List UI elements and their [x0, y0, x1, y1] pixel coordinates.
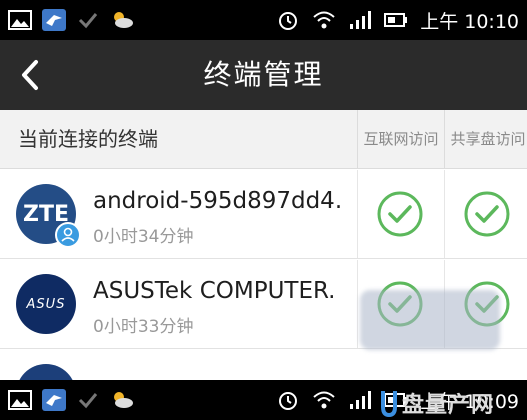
- check-circle-icon: [377, 191, 423, 237]
- status-bar-top: 上午 10:10: [0, 0, 527, 40]
- weather-icon: [110, 389, 134, 411]
- device-row[interactable]: ZTE android-595d897dd4. 0小时34分钟: [0, 170, 527, 259]
- list-header: 当前连接的终端 互联网访问 共享盘访问: [0, 110, 527, 169]
- watermark-blur: [360, 290, 500, 350]
- internet-access-column-header: 互联网访问: [357, 110, 444, 168]
- device-duration: 0小时34分钟: [93, 227, 194, 247]
- device-avatar: ASUS: [16, 274, 76, 334]
- shared-disk-access-column-header: 共享盘访问: [444, 110, 527, 168]
- battery-icon: [384, 9, 408, 31]
- bird-app-icon: [42, 9, 66, 31]
- user-icon: [55, 222, 81, 248]
- shared-disk-access-toggle[interactable]: [463, 190, 511, 238]
- device-name: ASUSTek COMPUTER.: [93, 278, 336, 304]
- internet-access-toggle[interactable]: [376, 190, 424, 238]
- signal-icon: [348, 9, 372, 31]
- wifi-icon: [312, 389, 336, 411]
- connected-devices-label: 当前连接的终端: [18, 127, 158, 151]
- watermark: 盘量产网: [380, 386, 525, 420]
- device-row-partial[interactable]: [0, 350, 527, 394]
- alarm-icon: [276, 389, 300, 411]
- clock-time: 上午 10:10: [420, 10, 519, 33]
- check-icon: [76, 9, 100, 31]
- page-title: 终端管理: [203, 58, 324, 91]
- signal-icon: [348, 389, 372, 411]
- watermark-text: 盘量产网: [402, 393, 495, 418]
- check-circle-icon: [464, 191, 510, 237]
- gallery-icon: [8, 389, 32, 411]
- check-icon: [76, 389, 100, 411]
- gallery-icon: [8, 9, 32, 31]
- alarm-icon: [276, 9, 300, 31]
- watermark-logo-icon: [381, 391, 397, 417]
- wifi-icon: [312, 9, 336, 31]
- device-name: android-595d897dd4.: [93, 188, 343, 214]
- device-duration: 0小时33分钟: [93, 317, 194, 337]
- title-bar: 终端管理: [0, 40, 527, 110]
- weather-icon: [110, 9, 134, 31]
- bird-app-icon: [42, 389, 66, 411]
